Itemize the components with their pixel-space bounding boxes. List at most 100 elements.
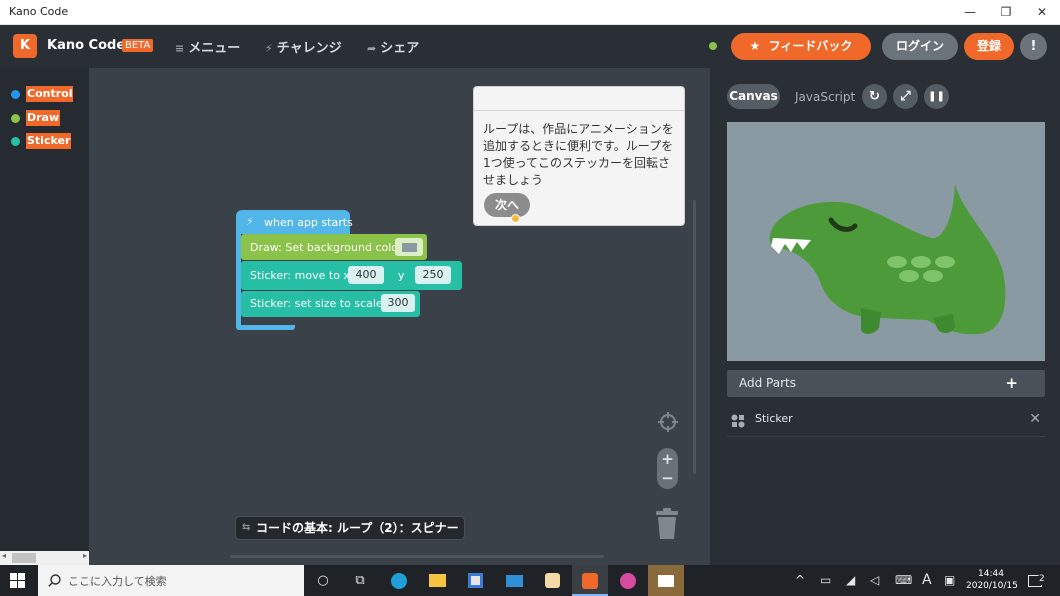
login-button[interactable]: ログイン: [882, 33, 958, 60]
kano-logo[interactable]: K: [13, 34, 37, 58]
brand-title: Kano Code: [47, 38, 126, 53]
window-title: Kano Code: [9, 5, 69, 18]
bolt-icon: ⚡: [246, 215, 254, 228]
restart-icon[interactable]: ↻: [862, 84, 887, 109]
cortana-icon[interactable]: ○: [305, 565, 341, 596]
feedback-button[interactable]: ★ フィードバック: [731, 33, 871, 60]
workspace-horizontal-scrollbar[interactable]: [230, 555, 604, 558]
edge-icon[interactable]: [381, 565, 417, 596]
event-block-foot: [236, 325, 295, 330]
challenge-title: コードの基本: ループ（2）：スピナー: [256, 521, 459, 535]
nav-share[interactable]: ➦ シェア: [367, 37, 419, 56]
nav-challenge[interactable]: ⚡ チャレンジ: [265, 37, 342, 56]
add-parts-button[interactable]: Add Parts +: [727, 370, 1045, 397]
sticker-set-size-block[interactable]: Sticker: set size to scale 300: [241, 291, 420, 317]
clock-date: 2020/10/15: [966, 581, 1018, 591]
event-block-when-app-starts[interactable]: ⚡ when app starts: [236, 210, 353, 234]
minimize-button[interactable]: —: [952, 0, 988, 25]
zoom-in-button[interactable]: +: [657, 450, 678, 468]
close-window-button[interactable]: ✕: [1024, 0, 1060, 25]
notification-count: 2: [1037, 574, 1047, 585]
nav-challenge-label: チャレンジ: [276, 41, 342, 56]
scale-value-input[interactable]: 300: [381, 294, 415, 312]
challenge-title-bar: ⇆ コードの基本: ループ（2）：スピナー: [235, 516, 465, 540]
kano-taskbar-icon[interactable]: [572, 565, 608, 596]
x-value-input[interactable]: 400: [348, 266, 384, 284]
nav-menu-label: メニュー: [188, 41, 241, 56]
swap-icon: ⇆: [242, 522, 251, 533]
ime-indicator[interactable]: A: [922, 565, 932, 596]
bolt-icon: ⚡: [265, 42, 273, 55]
category-dot: [11, 90, 20, 99]
status-indicator: [709, 42, 717, 50]
network-icon[interactable]: ◢: [846, 565, 855, 596]
y-label: y: [398, 269, 405, 282]
tutorial-tooltip: ループは、作品にアニメーションを追加するときに便利です。ループを1つ使ってこのス…: [473, 86, 685, 226]
category-label: Draw: [26, 110, 61, 126]
part-label: Sticker: [755, 412, 793, 425]
feedback-label: フィードバック: [768, 39, 853, 53]
category-label: Sticker: [26, 133, 72, 149]
scrollbar-thumb[interactable]: [12, 553, 36, 563]
tray-chevron-icon[interactable]: ^: [795, 565, 805, 596]
register-button[interactable]: 登録: [964, 33, 1014, 60]
draw-block-label: Draw: Set background color: [250, 241, 403, 254]
clock-time: 14:44: [978, 569, 1004, 579]
volume-icon[interactable]: ◁: [870, 565, 879, 596]
sticker-move-to-block[interactable]: Sticker: move to x 400 y 250: [241, 261, 462, 290]
keyboard-icon[interactable]: ⌨: [895, 565, 912, 596]
zoom-out-button[interactable]: −: [657, 469, 678, 487]
trash-icon[interactable]: [655, 508, 679, 544]
plus-icon: +: [1005, 374, 1018, 392]
ime-mode-icon[interactable]: ▣: [944, 565, 955, 596]
alert-icon[interactable]: !: [1020, 33, 1047, 60]
parts-icon: [731, 414, 745, 428]
canvas-stage[interactable]: [727, 122, 1045, 361]
color-picker-field[interactable]: [395, 238, 423, 256]
taskbar-clock[interactable]: 14:44 2020/10/15: [966, 568, 1018, 592]
color-swatch: [402, 243, 417, 252]
nav-share-label: シェア: [380, 41, 420, 56]
store-icon[interactable]: [457, 565, 493, 596]
star-icon: ★: [749, 39, 761, 53]
mail-icon[interactable]: [496, 565, 532, 596]
battery-icon[interactable]: ▭: [820, 565, 831, 596]
event-block-label: when app starts: [264, 216, 353, 229]
scroll-left-icon[interactable]: ◂: [2, 551, 6, 560]
y-value-input[interactable]: 250: [415, 266, 451, 284]
sidebar-scrollbar[interactable]: ◂ ▸: [0, 551, 89, 565]
workspace-vertical-scrollbar[interactable]: [693, 200, 696, 474]
tooltip-text: ループは、作品にアニメーションを追加するときに便利です。ループを1つ使ってこのス…: [483, 122, 674, 187]
task-view-icon[interactable]: ⧉: [342, 565, 378, 596]
file-explorer-icon[interactable]: [419, 565, 455, 596]
next-button[interactable]: 次へ: [484, 193, 530, 217]
restore-button[interactable]: ❐: [988, 0, 1024, 25]
taskbar-search[interactable]: ここに入力して検索: [38, 565, 304, 596]
window-titlebar: Kano Code — ❐ ✕: [0, 0, 1060, 25]
move-block-label: Sticker: move to x: [250, 269, 350, 282]
paint-icon[interactable]: [610, 565, 646, 596]
menu-icon: ≡: [175, 42, 185, 55]
add-parts-label: Add Parts: [739, 376, 796, 390]
tab-javascript[interactable]: JavaScript: [795, 90, 855, 104]
part-row-sticker[interactable]: Sticker ✕: [727, 405, 1045, 437]
size-block-label: Sticker: set size to scale: [250, 297, 383, 310]
recenter-icon[interactable]: [658, 412, 678, 436]
tooltip-header: [474, 87, 684, 111]
crocodile-sticker: [769, 184, 1006, 335]
search-icon: [48, 574, 61, 587]
fullscreen-icon[interactable]: ⤢: [893, 84, 918, 109]
category-dot: [11, 114, 20, 123]
category-label: Control: [26, 86, 74, 102]
zoom-control: + −: [657, 448, 678, 489]
scroll-right-icon[interactable]: ▸: [83, 551, 87, 560]
app-icon[interactable]: [534, 565, 570, 596]
media-icon[interactable]: [648, 565, 684, 596]
tab-canvas[interactable]: Canvas: [727, 84, 780, 109]
windows-start-icon[interactable]: [10, 573, 25, 588]
remove-part-icon[interactable]: ✕: [1029, 411, 1041, 427]
pause-icon[interactable]: ❚❚: [924, 84, 949, 109]
draw-set-background-block[interactable]: Draw: Set background color: [241, 234, 427, 260]
notifications-icon[interactable]: 2: [1028, 565, 1047, 596]
nav-menu[interactable]: ≡ メニュー: [175, 37, 240, 56]
